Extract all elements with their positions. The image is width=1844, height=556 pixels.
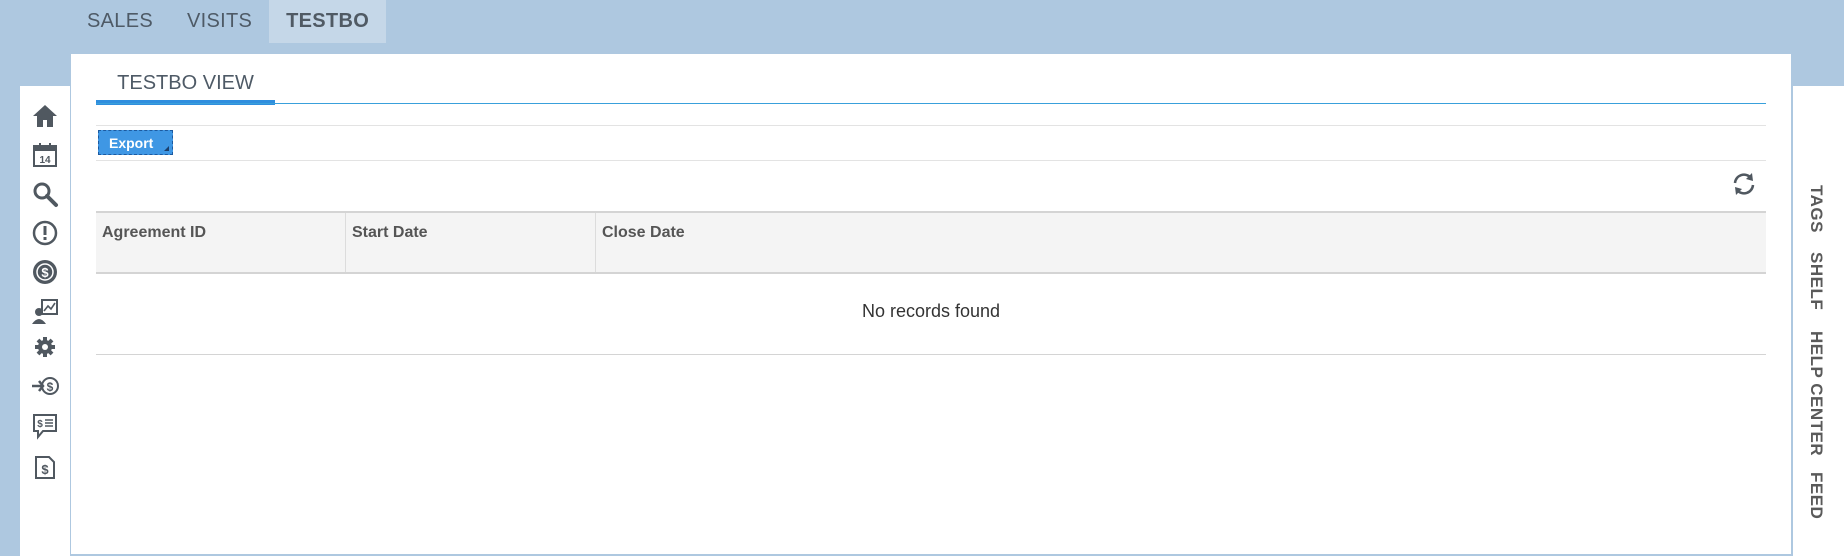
dollar-circle-icon[interactable]: $ bbox=[30, 257, 60, 287]
right-tab-tags[interactable]: TAGS bbox=[1806, 185, 1826, 233]
grid-header: Agreement ID Start Date Close Date bbox=[96, 211, 1766, 274]
calendar-icon[interactable]: 14 bbox=[30, 140, 60, 170]
user-chart-icon[interactable] bbox=[30, 296, 60, 326]
tab-sales[interactable]: SALES bbox=[74, 0, 170, 43]
toolbar-divider bbox=[96, 160, 1766, 161]
svg-text:$: $ bbox=[41, 265, 49, 280]
search-icon[interactable] bbox=[30, 179, 60, 209]
home-icon[interactable] bbox=[30, 101, 60, 131]
dropdown-corner-icon bbox=[164, 146, 169, 151]
export-button-label: Export bbox=[109, 134, 154, 151]
gear-icon[interactable] bbox=[30, 332, 60, 362]
right-tab-shelf[interactable]: SHELF bbox=[1806, 252, 1826, 310]
right-tab-feed[interactable]: FEED bbox=[1806, 472, 1826, 519]
dollar-document-icon[interactable]: $ bbox=[30, 451, 60, 481]
right-bar: TAGS SHELF HELP CENTER FEED bbox=[1793, 86, 1844, 556]
tab-underline bbox=[96, 103, 1766, 104]
arrow-dollar-icon[interactable]: $ bbox=[30, 371, 60, 401]
empty-message: No records found bbox=[861, 301, 1001, 321]
tab-testbo[interactable]: TESTBO bbox=[269, 0, 387, 43]
right-tab-help-center[interactable]: HELP CENTER bbox=[1806, 331, 1826, 456]
alert-icon[interactable] bbox=[30, 218, 60, 248]
main-panel: TESTBO VIEW Export Agreement ID Start Da… bbox=[71, 54, 1791, 554]
svg-text:$: $ bbox=[37, 419, 43, 430]
svg-text:$: $ bbox=[41, 462, 49, 477]
toolbar-divider bbox=[96, 125, 1766, 126]
column-start-date[interactable]: Start Date bbox=[346, 213, 596, 272]
column-agreement-id[interactable]: Agreement ID bbox=[96, 213, 346, 272]
svg-text:14: 14 bbox=[39, 155, 51, 166]
dollar-message-icon[interactable]: $ bbox=[30, 411, 60, 441]
grid-bottom-border bbox=[96, 354, 1766, 355]
top-tabs: SALES VISITS TESTBO bbox=[74, 0, 387, 43]
column-close-date[interactable]: Close Date bbox=[596, 213, 1766, 272]
refresh-icon[interactable] bbox=[1731, 171, 1757, 197]
left-nav: 14 $ $ $ $ bbox=[20, 86, 70, 556]
export-button[interactable]: Export bbox=[98, 130, 173, 155]
tab-testbo-view[interactable]: TESTBO VIEW bbox=[96, 71, 275, 105]
svg-text:$: $ bbox=[47, 380, 54, 394]
tab-visits[interactable]: VISITS bbox=[170, 0, 269, 43]
